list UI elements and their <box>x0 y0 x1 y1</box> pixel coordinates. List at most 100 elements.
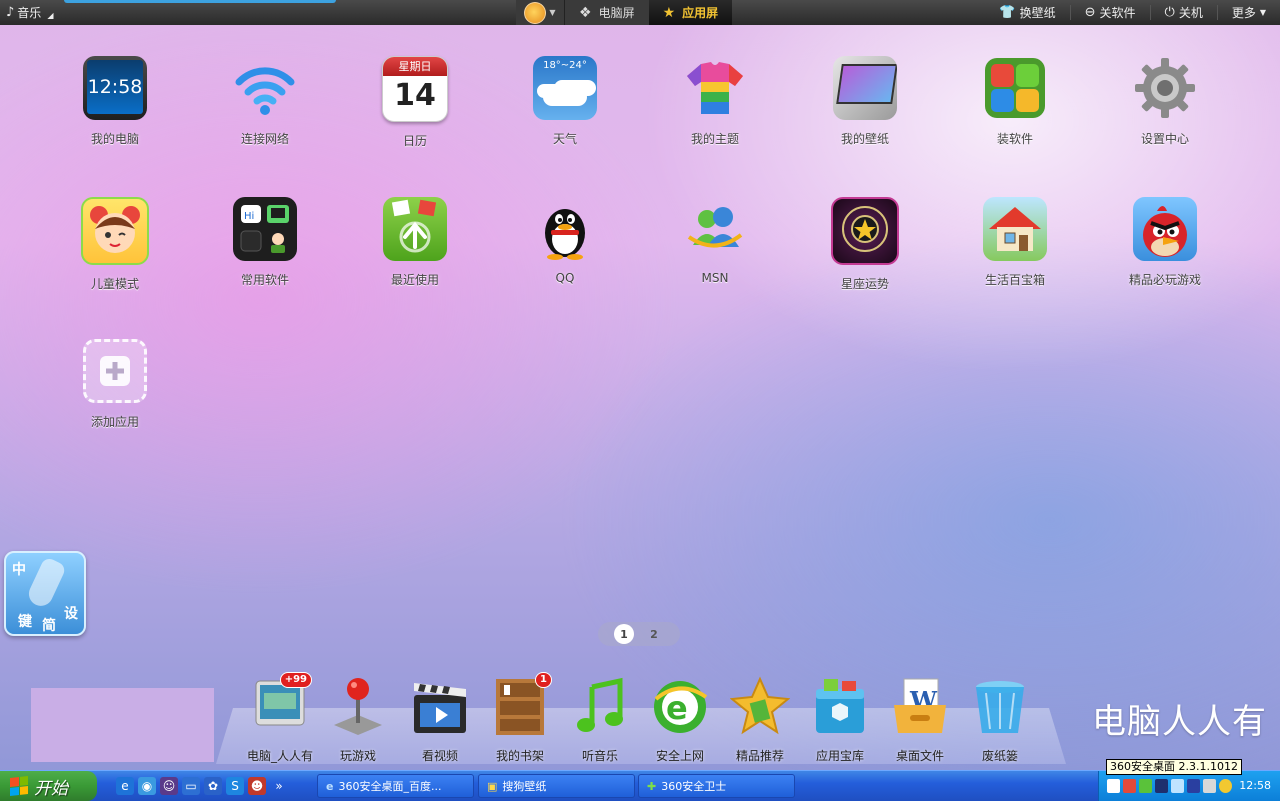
top-right-menu: 👕 换壁纸 ⊖ 关软件 ⏻ 关机 更多 ▼ <box>985 0 1280 25</box>
windows-flag-icon <box>10 776 28 796</box>
app-label: 最近使用 <box>390 273 439 287</box>
bottle-icon <box>24 556 68 610</box>
app-recent[interactable]: 最近使用 <box>355 197 475 288</box>
calendar-day: 14 <box>394 78 436 113</box>
tab-app-label: 应用屏 <box>682 6 719 20</box>
dock-label: 电脑_人人有 <box>246 749 313 763</box>
dock-item-trash[interactable]: 废纸篓 <box>960 675 1040 764</box>
dock-item-app-store[interactable]: 应用宝库 <box>800 675 880 764</box>
app-label: 连接网络 <box>240 132 289 146</box>
monitor-icon: 12:58 <box>83 56 147 120</box>
app-kids-mode[interactable]: 儿童模式 <box>55 197 175 292</box>
music-note-icon <box>570 675 630 737</box>
sogou-icon[interactable]: S <box>226 777 244 795</box>
tray-360-icon[interactable] <box>1219 779 1232 793</box>
app-my-theme[interactable]: 我的主题 <box>655 56 775 147</box>
app-featured-games[interactable]: 精品必玩游戏 <box>1105 197 1225 288</box>
dock-item-bookshelf[interactable]: 1 我的书架 <box>480 672 560 764</box>
tray-app-icon[interactable] <box>1139 779 1152 793</box>
taskbar-button-sogou-wallpaper[interactable]: ▣ 搜狗壁纸 <box>478 774 635 798</box>
app-label: 天气 <box>552 132 577 146</box>
taskbar-button-360safe[interactable]: ✚ 360安全卫士 <box>638 774 795 798</box>
tray-app-icon[interactable] <box>1123 779 1136 793</box>
bottle-char-she: 设 <box>64 606 78 622</box>
app-add[interactable]: 添加应用 <box>55 339 175 430</box>
dock-label: 听音乐 <box>581 749 618 763</box>
app-my-wallpaper[interactable]: 我的壁纸 <box>805 56 925 147</box>
star-icon: ★ <box>662 4 676 21</box>
tab-app-screen[interactable]: ★ 应用屏 <box>648 0 733 25</box>
app-common-software[interactable]: Hi 常用软件 <box>205 197 325 288</box>
window-icon[interactable]: ▭ <box>182 777 200 795</box>
music-note-icon: ♪ <box>6 5 15 20</box>
change-wallpaper-button[interactable]: 👕 换壁纸 <box>985 5 1069 20</box>
start-button[interactable]: 开始 <box>0 771 97 801</box>
dock-item-music[interactable]: 听音乐 <box>560 675 640 764</box>
app-install-software[interactable]: 装软件 <box>955 56 1075 147</box>
chevron-down-icon: ▼ <box>1259 8 1266 17</box>
app-qq[interactable]: QQ <box>505 197 625 285</box>
weather-temp: 18°~24° <box>543 60 587 71</box>
quick-launch: e ◉ ☺ ▭ ✿ S ☻ » <box>116 777 288 795</box>
dock-item-recommend[interactable]: 精品推荐 <box>720 675 800 764</box>
ie-icon[interactable]: e <box>116 777 134 795</box>
page-dot-1[interactable]: 1 <box>614 624 634 644</box>
app-msn[interactable]: MSN <box>655 197 775 285</box>
app-calendar[interactable]: 星期日 14 日历 <box>355 56 475 149</box>
app-weather[interactable]: 18°~24° 天气 <box>505 56 625 147</box>
dock-item-safe-browse[interactable]: e 安全上网 <box>640 675 720 764</box>
dock-item-video[interactable]: 看视频 <box>400 675 480 764</box>
app-settings[interactable]: 设置中心 <box>1105 56 1225 147</box>
page-dot-2[interactable]: 2 <box>644 624 664 644</box>
cat-icon[interactable]: ☻ <box>248 777 266 795</box>
penguin-icon <box>533 197 597 261</box>
more-button[interactable]: 更多 ▼ <box>1216 5 1280 20</box>
taskbar-button-360desktop[interactable]: e 360安全桌面_百度... <box>317 774 474 798</box>
tray-app-icon[interactable] <box>1187 779 1200 793</box>
chevron-double-right-icon[interactable]: » <box>270 777 288 795</box>
avatar-button[interactable]: ▼ <box>516 0 565 25</box>
app-label: 生活百宝箱 <box>984 273 1045 287</box>
dock-label: 看视频 <box>421 749 458 763</box>
wifi-icon <box>233 56 297 120</box>
browser-e-icon: e <box>650 675 710 737</box>
app-horoscope[interactable]: 星座运势 <box>805 197 925 292</box>
app-icon[interactable]: ◉ <box>138 777 156 795</box>
tab-pc-screen[interactable]: ❖ 电脑屏 <box>565 0 649 25</box>
taskbar-button-label: 360安全卫士 <box>661 780 727 793</box>
app-label: 儿童模式 <box>90 277 139 291</box>
corner-triangle-icon: ◢ <box>47 10 54 20</box>
app-life-toolbox[interactable]: 生活百宝箱 <box>955 197 1075 288</box>
dock-item-desktop-files[interactable]: W 桌面文件 <box>880 675 960 764</box>
bookshelf-icon: 1 <box>490 672 552 737</box>
calendar-icon: 星期日 14 <box>382 56 448 122</box>
svg-text:e: e <box>666 689 688 727</box>
taskbar-button-label: 360安全桌面_百度... <box>338 780 442 793</box>
trash-can-icon <box>970 675 1030 737</box>
kid-face-icon <box>81 197 149 265</box>
shutdown-button[interactable]: ⏻ 关机 <box>1149 5 1217 20</box>
music-button[interactable]: ♪ 音乐 ◢ <box>6 4 53 21</box>
tab-pc-label: 电脑屏 <box>598 6 635 20</box>
dock-label: 应用宝库 <box>815 749 864 763</box>
notification-badge: +99 <box>279 672 312 688</box>
widget-placeholder <box>31 688 214 762</box>
app-network[interactable]: 连接网络 <box>205 56 325 147</box>
close-software-button[interactable]: ⊖ 关软件 <box>1069 5 1150 20</box>
tray-app-icon[interactable] <box>1107 779 1120 793</box>
document-box-icon: W <box>890 675 950 737</box>
tray-app-icon[interactable] <box>1155 779 1168 793</box>
avatar-icon[interactable]: ☺ <box>160 777 178 795</box>
dock-label: 精品推荐 <box>735 749 784 763</box>
app-label: MSN <box>701 271 729 285</box>
tray-app-icon[interactable] <box>1171 779 1184 793</box>
panda-icon[interactable]: ✿ <box>204 777 222 795</box>
app-label: 我的主题 <box>690 132 739 146</box>
tray-app-icon[interactable] <box>1203 779 1216 793</box>
brand-watermark: 电脑人人有 <box>1092 702 1267 742</box>
bottle-widget[interactable]: 中 键 简 设 <box>4 551 86 636</box>
dock-item-games[interactable]: 玩游戏 <box>318 675 398 764</box>
dock-item-pc[interactable]: +99 电脑_人人有 <box>240 672 320 764</box>
app-my-computer[interactable]: 12:58 我的电脑 <box>55 56 175 147</box>
more-label: 更多 <box>1231 6 1256 20</box>
